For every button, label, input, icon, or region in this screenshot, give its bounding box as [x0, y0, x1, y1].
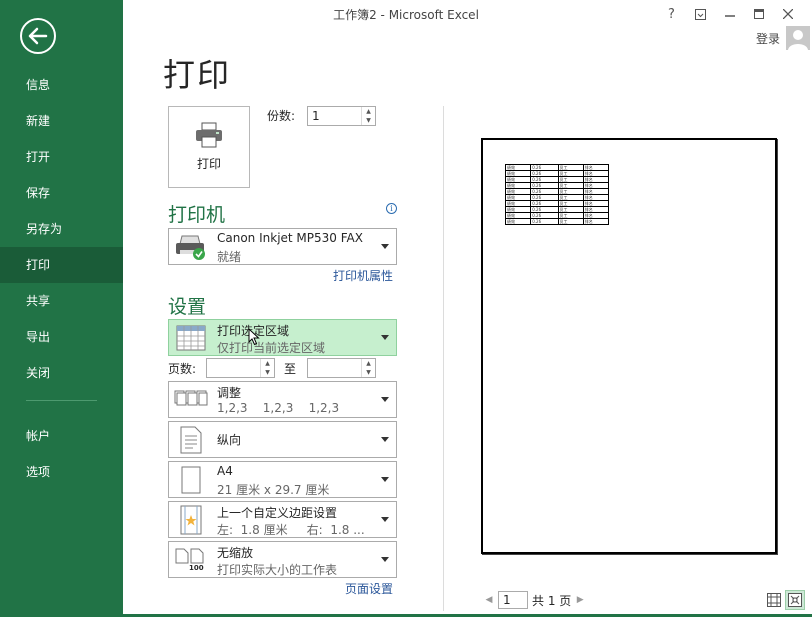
nav-item-1[interactable]: 新建 — [0, 103, 123, 139]
scaling-icon-text: 100 — [189, 563, 204, 572]
nav-item-2[interactable]: 打开 — [0, 139, 123, 175]
preview-table-cell: 员工 — [557, 218, 584, 225]
close-button[interactable] — [773, 4, 802, 24]
scaling-title: 无缩放 — [217, 546, 254, 560]
nav-item-3[interactable]: 保存 — [0, 175, 123, 211]
nav-item-7[interactable]: 导出 — [0, 319, 123, 355]
window-controls: ? — [657, 4, 802, 24]
nav-item-5[interactable]: 打印 — [0, 247, 123, 283]
nav-separator — [26, 400, 97, 401]
pages-from-spinner[interactable]: ▲ ▼ — [260, 359, 274, 377]
margins-dropdown[interactable]: 上一个自定义边距设置 左: 1.8 厘米 右: 1.8 ... — [168, 501, 397, 538]
nav-item-8[interactable]: 关闭 — [0, 355, 123, 391]
show-margins-button[interactable] — [764, 590, 784, 610]
spin-up-icon[interactable]: ▲ — [362, 359, 375, 368]
mouse-cursor-icon — [248, 327, 260, 349]
margins-title: 上一个自定义边距设置 — [217, 506, 338, 520]
restore-button[interactable] — [744, 4, 773, 24]
page-setup-link[interactable]: 页面设置 — [345, 580, 393, 597]
print-what-sub: 仅打印当前选定区域 — [217, 341, 326, 355]
sheet-grid-icon — [171, 322, 211, 354]
print-what-dropdown[interactable]: 打印选定区域 仅打印当前选定区域 — [168, 319, 397, 356]
copies-value[interactable]: 1 — [308, 107, 361, 125]
printer-heading: 打印机 — [168, 204, 226, 226]
collate-sub: 1,2,3 1,2,3 1,2,3 — [217, 401, 340, 415]
page-title: 打印 — [163, 56, 232, 94]
pages-to-spinner[interactable]: ▲ ▼ — [361, 359, 375, 377]
dropdown-arrow-icon — [381, 243, 389, 249]
copies-stepper[interactable]: 1 ▲ ▼ — [307, 106, 376, 126]
spin-down-icon[interactable]: ▼ — [261, 368, 274, 377]
scaling-dropdown[interactable]: 100 无缩放 打印实际大小的工作表 — [168, 541, 397, 578]
spin-down-icon[interactable]: ▼ — [362, 368, 375, 377]
preview-table-cell: 排名 — [582, 218, 610, 225]
copies-spinner[interactable]: ▲ ▼ — [361, 107, 375, 125]
nav-item-0[interactable]: 信息 — [0, 67, 123, 103]
nav-list: 信息 新建 打开 保存 另存为 打印 共享 导出 关闭帐户 选项 — [0, 67, 123, 490]
preview-table: 绩效 0.26 员工 排名 绩效 0.26 员工 排名 绩效 0.26 员工 排名 绩效 0.26 员工 排名… — [504, 164, 610, 225]
minimize-button[interactable] — [715, 4, 744, 24]
portrait-page-icon — [171, 424, 211, 456]
print-button[interactable]: 打印 — [168, 106, 250, 188]
settings-heading: 设置 — [168, 296, 207, 318]
printer-properties-link[interactable]: 打印机属性 — [333, 267, 393, 284]
collate-dropdown[interactable]: 调整 1,2,3 1,2,3 1,2,3 — [168, 381, 397, 418]
nav-item-4[interactable]: 另存为 — [0, 211, 123, 247]
pages-from-input[interactable]: ▲ ▼ — [206, 358, 275, 378]
margins-sub: 左: 1.8 厘米 右: 1.8 ... — [217, 523, 365, 537]
preview-table-row: 绩效 0.26 员工 排名 — [504, 218, 610, 225]
panel-divider — [443, 106, 444, 611]
pages-to-label: 至 — [284, 362, 297, 376]
preview-table-cell: 0.26 — [530, 218, 559, 225]
dropdown-arrow-icon — [381, 476, 389, 482]
dropdown-arrow-icon — [381, 396, 389, 402]
orientation-dropdown[interactable]: 纵向 — [168, 421, 397, 458]
spin-down-icon[interactable]: ▼ — [362, 116, 375, 125]
page-number-input[interactable]: 1 — [498, 591, 528, 609]
orientation-title: 纵向 — [217, 433, 242, 447]
dropdown-arrow-icon — [381, 516, 389, 522]
margins-icon — [171, 504, 211, 536]
help-button[interactable]: ? — [657, 4, 686, 24]
no-scaling-icon: 100 — [171, 544, 211, 576]
collate-icon — [171, 384, 211, 416]
ribbon-display-options-button[interactable] — [686, 4, 715, 24]
printer-status: 就绪 — [217, 250, 242, 264]
scaling-sub: 打印实际大小的工作表 — [217, 563, 338, 577]
spin-up-icon[interactable]: ▲ — [362, 107, 375, 116]
dropdown-arrow-icon — [381, 556, 389, 562]
pages-range: 页数: ▲ ▼ 至 ▲ ▼ — [168, 358, 397, 378]
pages-to-input[interactable]: ▲ ▼ — [307, 358, 376, 378]
next-page-icon[interactable]: ▶ — [571, 595, 589, 605]
avatar[interactable] — [786, 26, 810, 50]
paper-size-dropdown[interactable]: A4 21 厘米 x 29.7 厘米 — [168, 461, 397, 498]
printer-icon — [194, 122, 224, 151]
nav-item-6[interactable]: 共享 — [0, 283, 123, 319]
print-button-label: 打印 — [196, 157, 221, 171]
preview-table-cell: 绩效 — [504, 218, 532, 225]
paper-size-sub: 21 厘米 x 29.7 厘米 — [217, 483, 330, 497]
previous-page-icon[interactable]: ◀ — [480, 595, 498, 605]
collate-title: 调整 — [217, 386, 242, 400]
printer-name: Canon Inkjet MP530 FAX — [217, 231, 363, 245]
nav-item-b0[interactable]: 帐户 — [0, 418, 123, 454]
page-total: 共 1 页 — [532, 593, 572, 608]
copies-label: 份数: — [267, 109, 296, 123]
pages-label: 页数: — [168, 362, 197, 376]
back-arrow-icon[interactable] — [20, 18, 56, 54]
nav-item-b1[interactable]: 选项 — [0, 454, 123, 490]
preview-pager: ◀ 1 共 1 页 ▶ — [480, 591, 589, 609]
paper-size-icon — [171, 464, 211, 496]
dropdown-arrow-icon — [381, 436, 389, 442]
info-icon[interactable]: i — [386, 203, 397, 214]
sign-in-link[interactable]: 登录 — [756, 30, 780, 47]
dropdown-arrow-icon — [381, 334, 389, 340]
paper-size-title: A4 — [217, 464, 233, 478]
spin-up-icon[interactable]: ▲ — [261, 359, 274, 368]
backstage-nav: 信息 新建 打开 保存 另存为 打印 共享 导出 关闭帐户 选项 — [0, 0, 123, 617]
printer-dropdown[interactable]: Canon Inkjet MP530 FAX 就绪 — [168, 228, 397, 265]
zoom-to-page-button[interactable] — [785, 590, 805, 610]
printer-ready-icon — [171, 231, 211, 263]
